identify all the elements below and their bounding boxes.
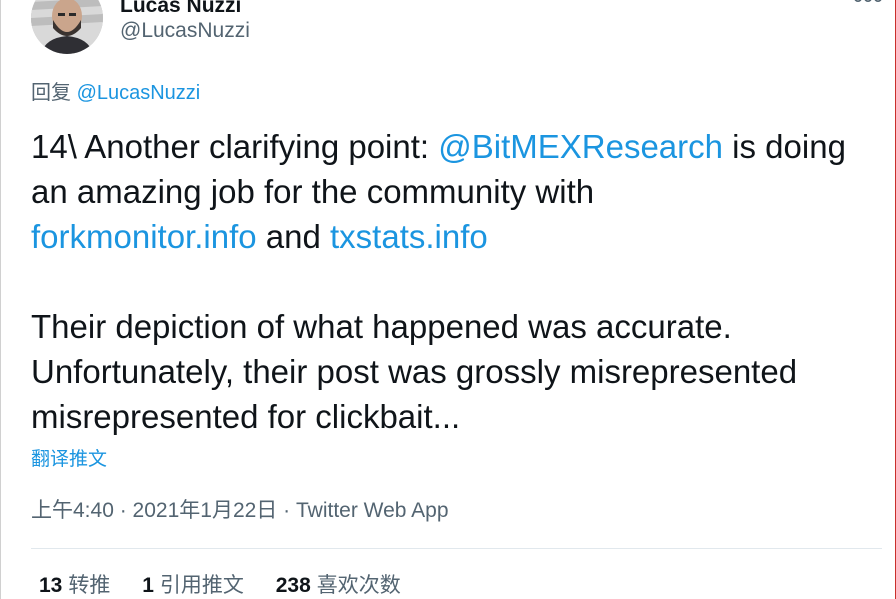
divider	[31, 548, 882, 549]
tweet-text-segment: 14\ Another clarifying point:	[31, 128, 439, 165]
reply-mention-link[interactable]: @LucasNuzzi	[77, 82, 201, 104]
likes-count: 238	[275, 574, 311, 597]
tweet-date[interactable]: 2021年1月22日	[133, 499, 278, 522]
source-app-link[interactable]: Twitter Web App	[296, 499, 449, 522]
tweet-line: forkmonitor.info and txstats.info	[31, 214, 886, 259]
likes-stat[interactable]: 238 喜欢次数	[276, 572, 401, 599]
avatar-image	[31, 0, 103, 54]
tweet-metadata: 上午4:40 · 2021年1月22日 · Twitter Web App	[31, 497, 449, 525]
tweet-line: 14\ Another clarifying point: @BitMEXRes…	[31, 124, 886, 169]
tweet-line: an amazing job for the community with	[31, 173, 595, 210]
link-forkmonitor[interactable]: forkmonitor.info	[31, 218, 257, 255]
replying-to: 回复 @LucasNuzzi	[31, 80, 200, 106]
meta-separator: ·	[113, 499, 133, 522]
more-dots-icon[interactable]	[853, 0, 883, 5]
tweet-header: Lucas Nuzzi @LucasNuzzi	[31, 0, 883, 56]
author-display-name[interactable]: Lucas Nuzzi	[120, 0, 241, 18]
retweets-label: 转推	[68, 574, 111, 597]
translate-tweet-link[interactable]: 翻译推文	[31, 448, 107, 472]
reply-prefix: 回复	[31, 82, 71, 104]
engagement-stats: 13 转推 1 引用推文 238 喜欢次数	[39, 572, 427, 599]
retweets-count: 13	[39, 574, 63, 597]
quotes-count: 1	[142, 574, 154, 597]
meta-separator: ·	[277, 499, 296, 522]
tweet-text-segment: and	[256, 218, 331, 255]
mention-link-bitmexresearch[interactable]: @BitMEXResearch	[438, 128, 723, 165]
tweet-line: Unfortunately, their post was grossly mi…	[31, 353, 798, 390]
tweet-line: misrepresented for clickbait...	[31, 398, 461, 435]
quotes-stat[interactable]: 1 引用推文	[142, 572, 244, 599]
retweets-stat[interactable]: 13 转推	[39, 572, 110, 599]
tweet-text-segment: is doing	[723, 128, 846, 165]
quotes-label: 引用推文	[159, 574, 244, 597]
likes-label: 喜欢次数	[316, 574, 401, 597]
link-txstats[interactable]: txstats.info	[330, 218, 488, 255]
tweet-detail: Lucas Nuzzi @LucasNuzzi 回复 @LucasNuzzi 1…	[0, 0, 896, 599]
author-handle[interactable]: @LucasNuzzi	[120, 18, 250, 44]
tweet-time[interactable]: 上午4:40	[31, 499, 114, 522]
tweet-text: 14\ Another clarifying point: @BitMEXRes…	[31, 124, 886, 439]
tweet-line: Their depiction of what happened was acc…	[31, 308, 732, 345]
avatar[interactable]	[31, 0, 103, 54]
